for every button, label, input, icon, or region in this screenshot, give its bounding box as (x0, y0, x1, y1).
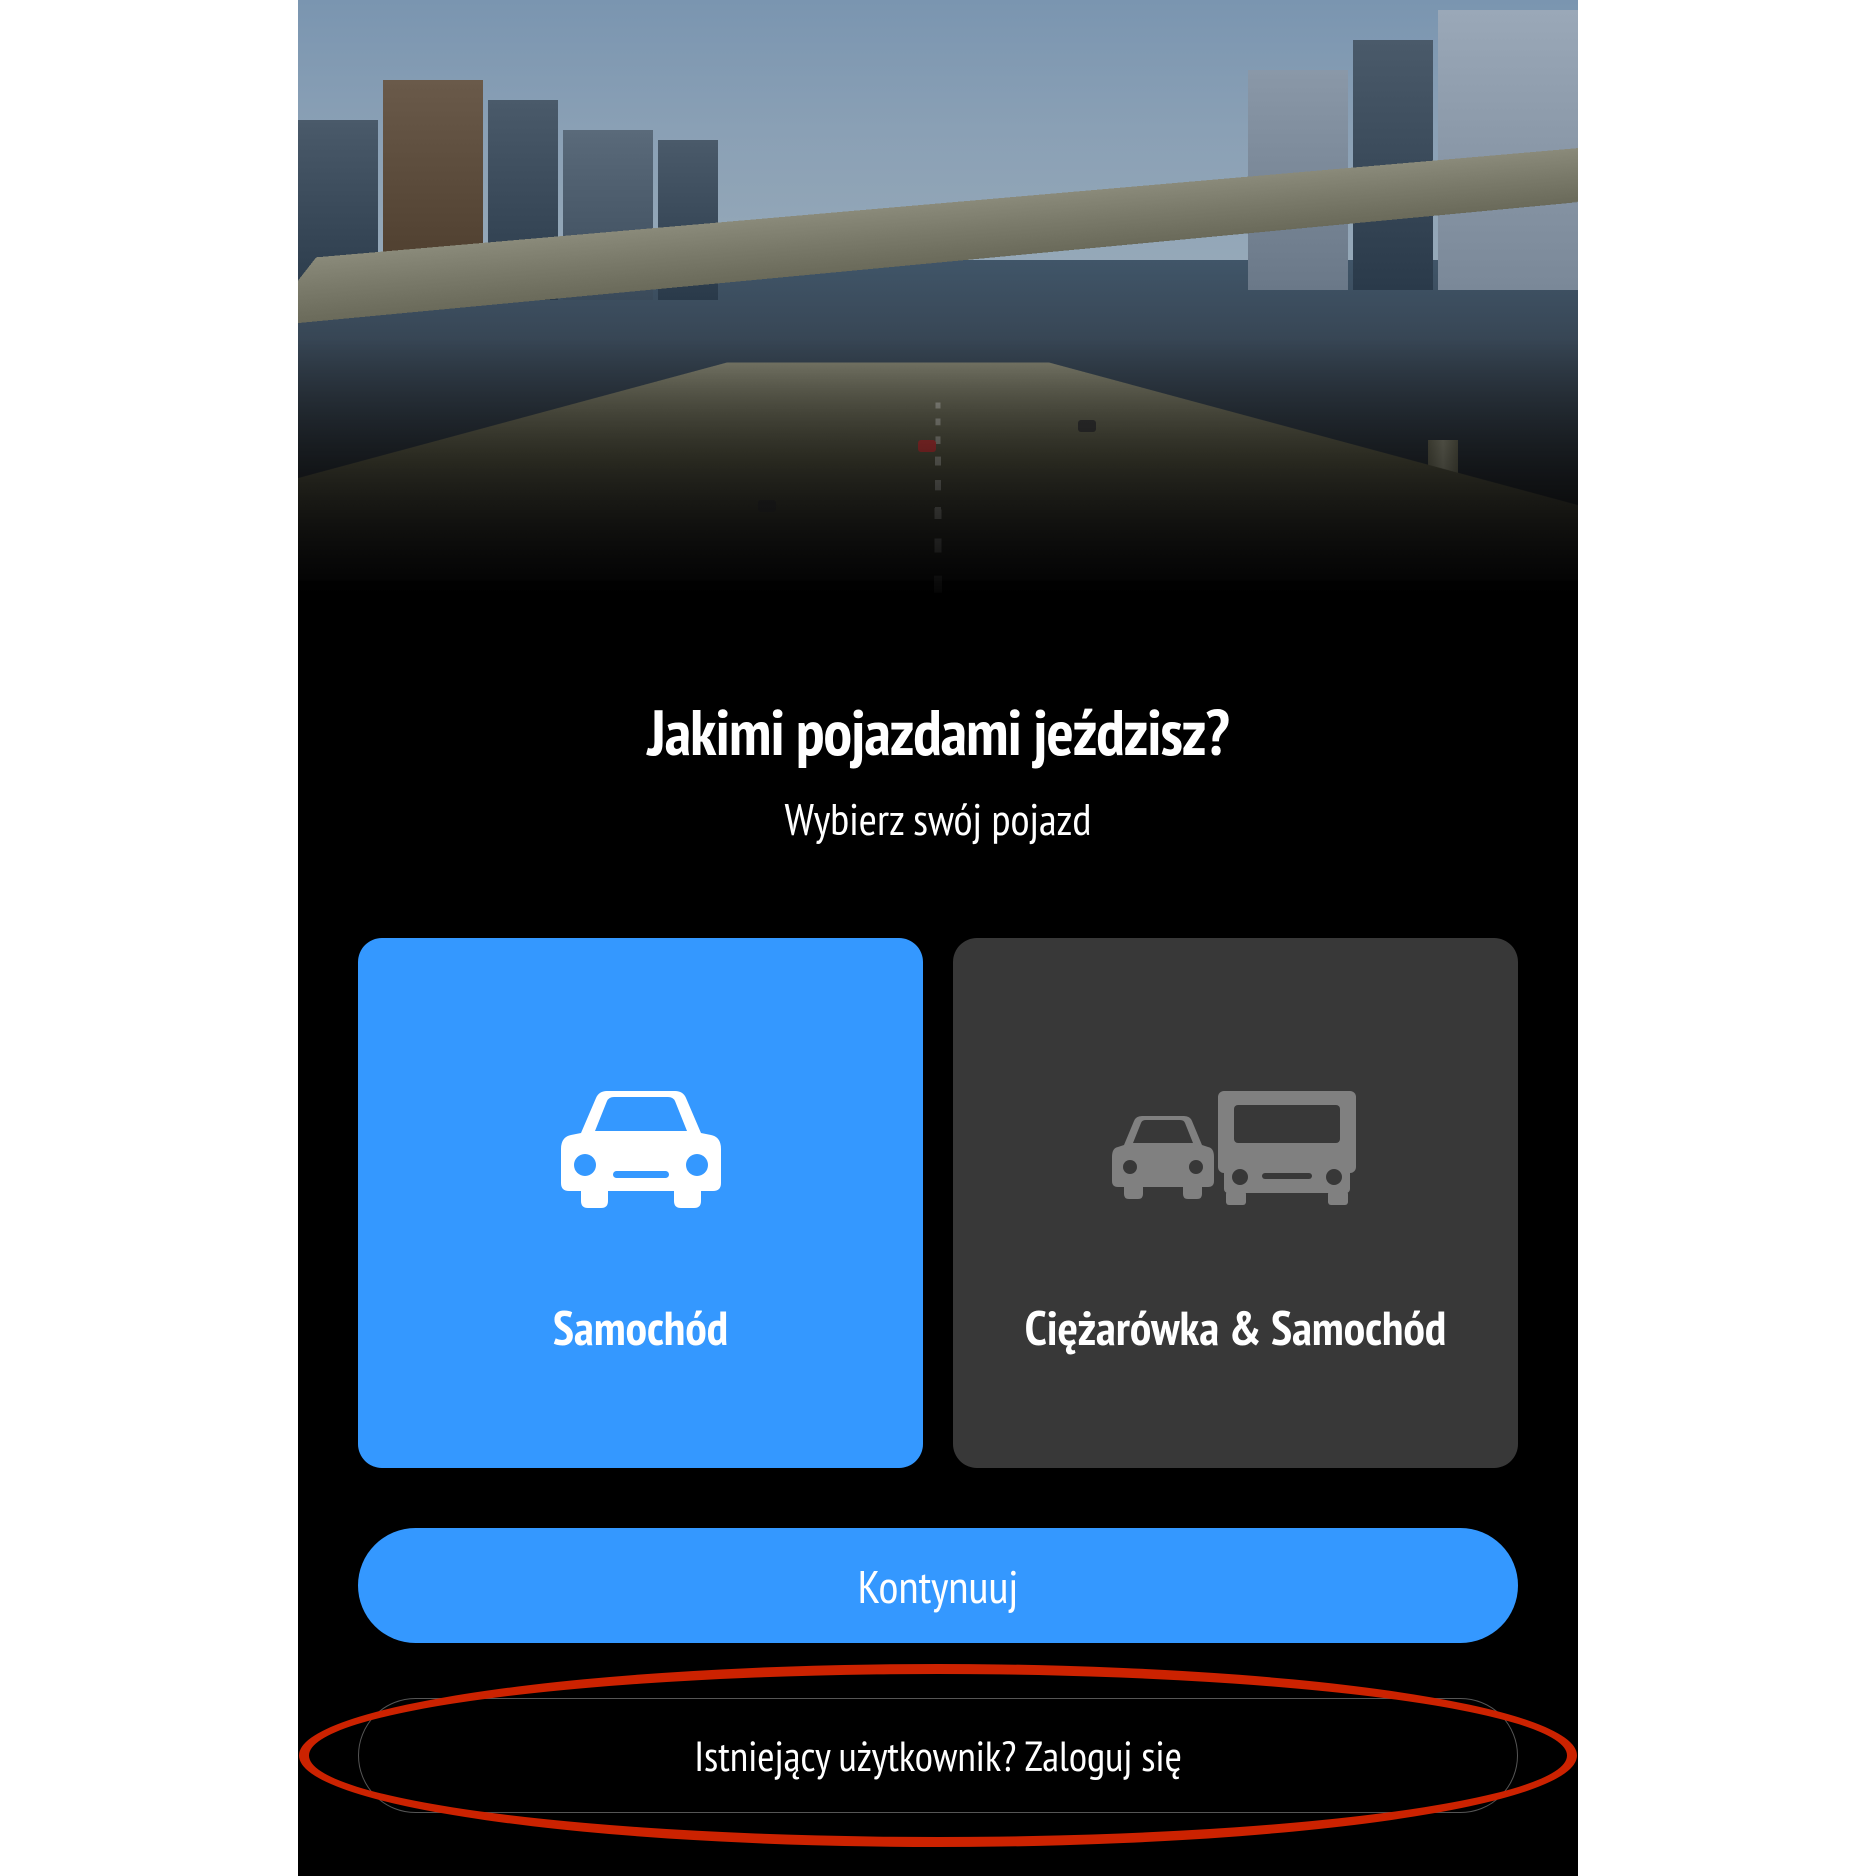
page-subtitle: Wybierz swój pojazd (358, 791, 1518, 848)
signin-button[interactable]: Istniejący użytkownik? Zaloguj się (358, 1698, 1518, 1813)
signin-button-label: Istniejący użytkownik? Zaloguj się (694, 1728, 1182, 1783)
car-icon (551, 1048, 731, 1248)
hero-image (298, 0, 1578, 640)
page-title: Jakimi pojazdami jeździsz? (358, 690, 1518, 773)
option-truck-car-label: Ciężarówka & Samochód (1025, 1298, 1446, 1358)
content-area: Jakimi pojazdami jeździsz? Wybierz swój … (298, 640, 1578, 1876)
option-car[interactable]: Samochód (358, 938, 923, 1468)
option-car-label: Samochód (553, 1298, 728, 1358)
onboarding-screen: Jakimi pojazdami jeździsz? Wybierz swój … (298, 0, 1578, 1876)
vehicle-options: Samochód (358, 938, 1518, 1468)
continue-button[interactable]: Kontynuuj (358, 1528, 1518, 1643)
option-truck-car[interactable]: Ciężarówka & Samochód (953, 938, 1518, 1468)
truck-car-icon (1106, 1048, 1366, 1248)
